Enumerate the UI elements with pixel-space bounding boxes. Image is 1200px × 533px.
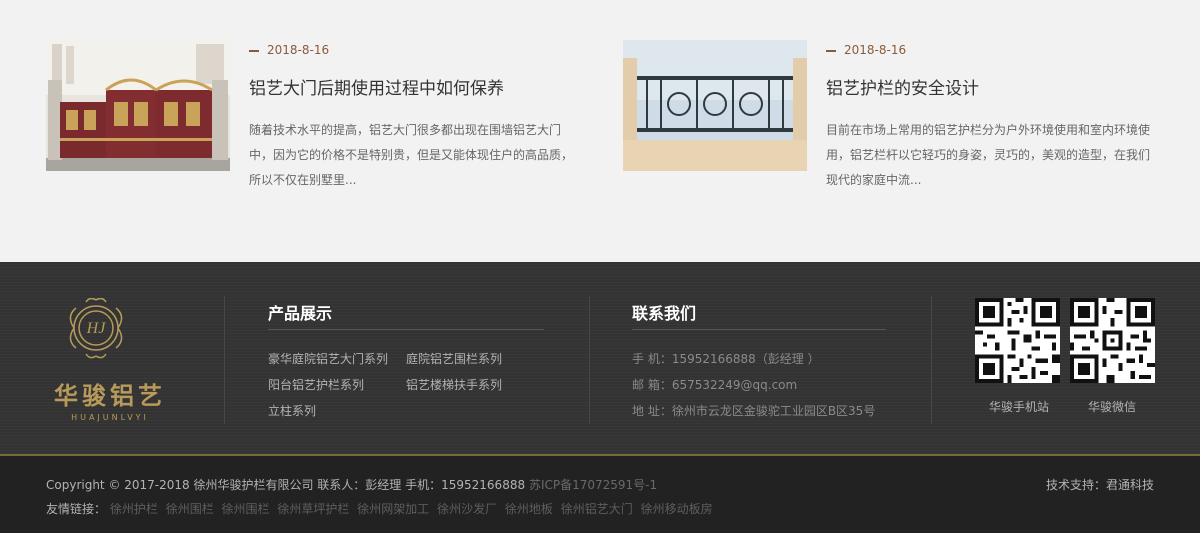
bottom-bar: Copyright © 2017-2018 徐州华骏护栏有限公司 联系人：彭经理… [0, 456, 1200, 533]
qr-code-wechat [1070, 298, 1155, 383]
copyright: Copyright © 2017-2018 徐州华骏护栏有限公司 联系人：彭经理… [46, 478, 526, 492]
friend-link[interactable]: 徐州移动板房 [641, 502, 713, 516]
product-link[interactable]: 庭院铝艺围栏系列 [406, 350, 502, 367]
divider [268, 329, 544, 330]
news-thumbnail-railing[interactable] [623, 40, 807, 171]
news-title[interactable]: 铝艺大门后期使用过程中如何保养 [249, 74, 504, 99]
qr-code-mobile-site [975, 298, 1060, 383]
friend-link[interactable]: 徐州地板 [505, 502, 553, 516]
friend-link[interactable]: 徐州网架加工 [357, 502, 429, 516]
copyright-text: Copyright © 2017-2018 徐州华骏护栏有限公司 联系人：彭经理… [46, 476, 657, 493]
product-link[interactable]: 立柱系列 [268, 402, 316, 419]
divider [931, 296, 932, 424]
friend-link[interactable]: 徐州沙发厂 [437, 502, 497, 516]
friend-link[interactable]: 徐州围栏 [222, 502, 270, 516]
product-link[interactable]: 铝艺楼梯扶手系列 [406, 376, 502, 393]
product-link[interactable]: 豪华庭院铝艺大门系列 [268, 350, 388, 367]
tech-support[interactable]: 技术支持：君通科技 [1046, 476, 1154, 493]
site-footer: HJ 华骏铝艺 HUAJUNLVYI 产品展示 豪华庭院铝艺大门系列 庭院铝艺围… [0, 262, 1200, 456]
brand-logo[interactable]: HJ 华骏铝艺 HUAJUNLVYI [46, 297, 176, 428]
news-date: 2018-8-16 [826, 43, 906, 57]
svg-text:HJ: HJ [86, 320, 107, 337]
qr-label-mobile-site: 华骏手机站 [989, 400, 1050, 414]
qr-label-wechat: 华骏微信 [1088, 400, 1137, 414]
news-item[interactable]: 2018-8-16 铝艺大门后期使用过程中如何保养 随着技术水平的提高，铝艺大门… [46, 40, 606, 190]
friend-link[interactable]: 徐州铝艺大门 [561, 502, 633, 516]
divider [589, 296, 590, 424]
friend-links-label: 友情链接： [46, 502, 107, 516]
svg-text:华骏铝艺: 华骏铝艺 [54, 382, 166, 410]
friend-link[interactable]: 徐州围栏 [166, 502, 214, 516]
friend-link[interactable]: 徐州护栏 [110, 502, 158, 516]
svg-text:HUAJUNLVYI: HUAJUNLVYI [71, 413, 149, 422]
news-item[interactable]: 2018-8-16 铝艺护栏的安全设计 目前在市场上常用的铝艺护栏分为户外环境使… [623, 40, 1183, 190]
news-thumbnail-gate[interactable] [46, 40, 230, 171]
contact-email: 邮 箱：657532249@qq.com [632, 378, 798, 392]
news-title[interactable]: 铝艺护栏的安全设计 [826, 74, 979, 99]
friend-links: 友情链接： 徐州护栏 徐州围栏 徐州围栏 徐州草坪护栏 徐州网架加工 徐州沙发厂… [46, 500, 717, 517]
news-description: 目前在市场上常用的铝艺护栏分为户外环境使用和室内环境使用，铝艺栏杆以它轻巧的身姿… [826, 123, 1151, 187]
contact-phone: 手 机：15952166888（彭经理 ） [632, 352, 820, 366]
products-heading: 产品展示 [268, 304, 333, 323]
contact-heading: 联系我们 [632, 304, 697, 323]
news-description: 随着技术水平的提高，铝艺大门很多都出现在围墙铝艺大门中，因为它的价格不是特别贵，… [249, 123, 574, 187]
divider [224, 296, 225, 424]
divider [632, 329, 886, 330]
friend-link[interactable]: 徐州草坪护栏 [277, 502, 349, 516]
contact-address: 地 址：徐州市云龙区金骏驼工业园区B区35号 [632, 404, 876, 418]
news-date: 2018-8-16 [249, 43, 329, 57]
news-section: 2018-8-16 铝艺大门后期使用过程中如何保养 随着技术水平的提高，铝艺大门… [0, 0, 1200, 262]
product-link[interactable]: 阳台铝艺护栏系列 [268, 376, 364, 393]
icp-link[interactable]: 苏ICP备17072591号-1 [529, 478, 657, 492]
